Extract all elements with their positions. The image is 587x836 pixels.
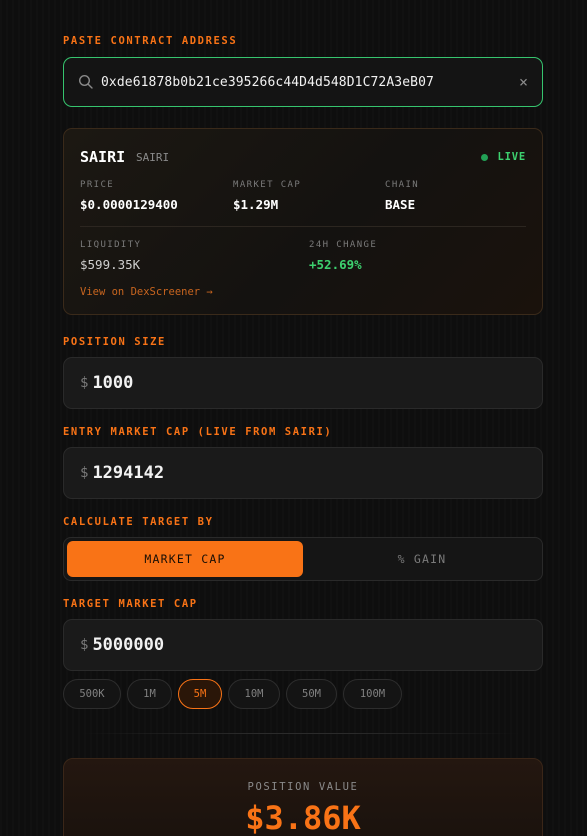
position-size-label: POSITION SIZE: [63, 336, 166, 348]
calculate-by-label: CALCULATE TARGET BY: [63, 516, 214, 528]
liquidity-label: LIQUIDITY: [80, 240, 142, 250]
section-divider: [80, 733, 520, 734]
contract-address-field[interactable]: 0xde61878b0b21ce395266c44D4d548D1C72A3eB…: [63, 57, 543, 107]
position-value-amount: $3.86K: [245, 799, 361, 836]
token-name: SAIRI: [80, 148, 126, 166]
toggle-percent-gain[interactable]: % GAIN: [304, 541, 540, 577]
dollar-icon: $: [80, 375, 89, 391]
price-value: $0.0000129400: [80, 197, 178, 212]
preset-chip-100m[interactable]: 100M: [343, 679, 402, 709]
dollar-icon: $: [80, 637, 89, 653]
change-24h-value: +52.69%: [309, 257, 362, 272]
token-symbol: SAIRI: [136, 151, 170, 164]
position-size-input[interactable]: $ 1000: [63, 357, 543, 409]
chain-value: BASE: [385, 197, 416, 212]
background-texture: [0, 0, 587, 836]
contract-address-label: PASTE CONTRACT ADDRESS: [63, 35, 238, 47]
toggle-market-cap[interactable]: MARKET CAP: [67, 541, 303, 577]
liquidity-value: $599.35K: [80, 257, 141, 272]
change-24h-label: 24H CHANGE: [309, 240, 378, 250]
dexscreener-link[interactable]: View on DexScreener →: [80, 286, 213, 298]
market-cap-value: $1.29M: [233, 197, 279, 212]
preset-chip-5m[interactable]: 5M: [178, 679, 222, 709]
chain-label: CHAIN: [385, 180, 420, 190]
target-market-cap-input[interactable]: $ 5000000: [63, 619, 543, 671]
target-market-cap-label: TARGET MARKET CAP: [63, 598, 198, 610]
preset-chip-1m[interactable]: 1M: [127, 679, 172, 709]
target-market-cap-value[interactable]: 5000000: [92, 635, 164, 655]
position-value-card: POSITION VALUE $3.86K: [63, 758, 543, 836]
price-label: PRICE: [80, 180, 115, 190]
entry-market-cap-label: ENTRY MARKET CAP (LIVE FROM SAIRI): [63, 426, 333, 438]
dollar-icon: $: [80, 465, 89, 481]
calculate-by-toggle: MARKET CAP % GAIN: [63, 537, 543, 581]
clear-icon[interactable]: ×: [519, 73, 528, 91]
card-divider: [80, 226, 526, 227]
token-info-card: SAIRI SAIRI LIVE PRICE $0.0000129400 MAR…: [63, 128, 543, 315]
live-dot-icon: [480, 153, 488, 161]
entry-market-cap-value[interactable]: 1294142: [92, 463, 164, 483]
preset-chip-50m[interactable]: 50M: [286, 679, 337, 709]
contract-address-value[interactable]: 0xde61878b0b21ce395266c44D4d548D1C72A3eB…: [101, 75, 519, 90]
live-status-badge: LIVE: [480, 151, 527, 163]
preset-chip-500k[interactable]: 500K: [63, 679, 121, 709]
position-size-value[interactable]: 1000: [92, 373, 133, 393]
preset-chip-10m[interactable]: 10M: [228, 679, 280, 709]
market-cap-label: MARKET CAP: [233, 180, 302, 190]
live-status-text: LIVE: [497, 151, 526, 163]
entry-market-cap-input[interactable]: $ 1294142: [63, 447, 543, 499]
position-value-label: POSITION VALUE: [247, 781, 359, 793]
search-icon: [78, 74, 93, 89]
